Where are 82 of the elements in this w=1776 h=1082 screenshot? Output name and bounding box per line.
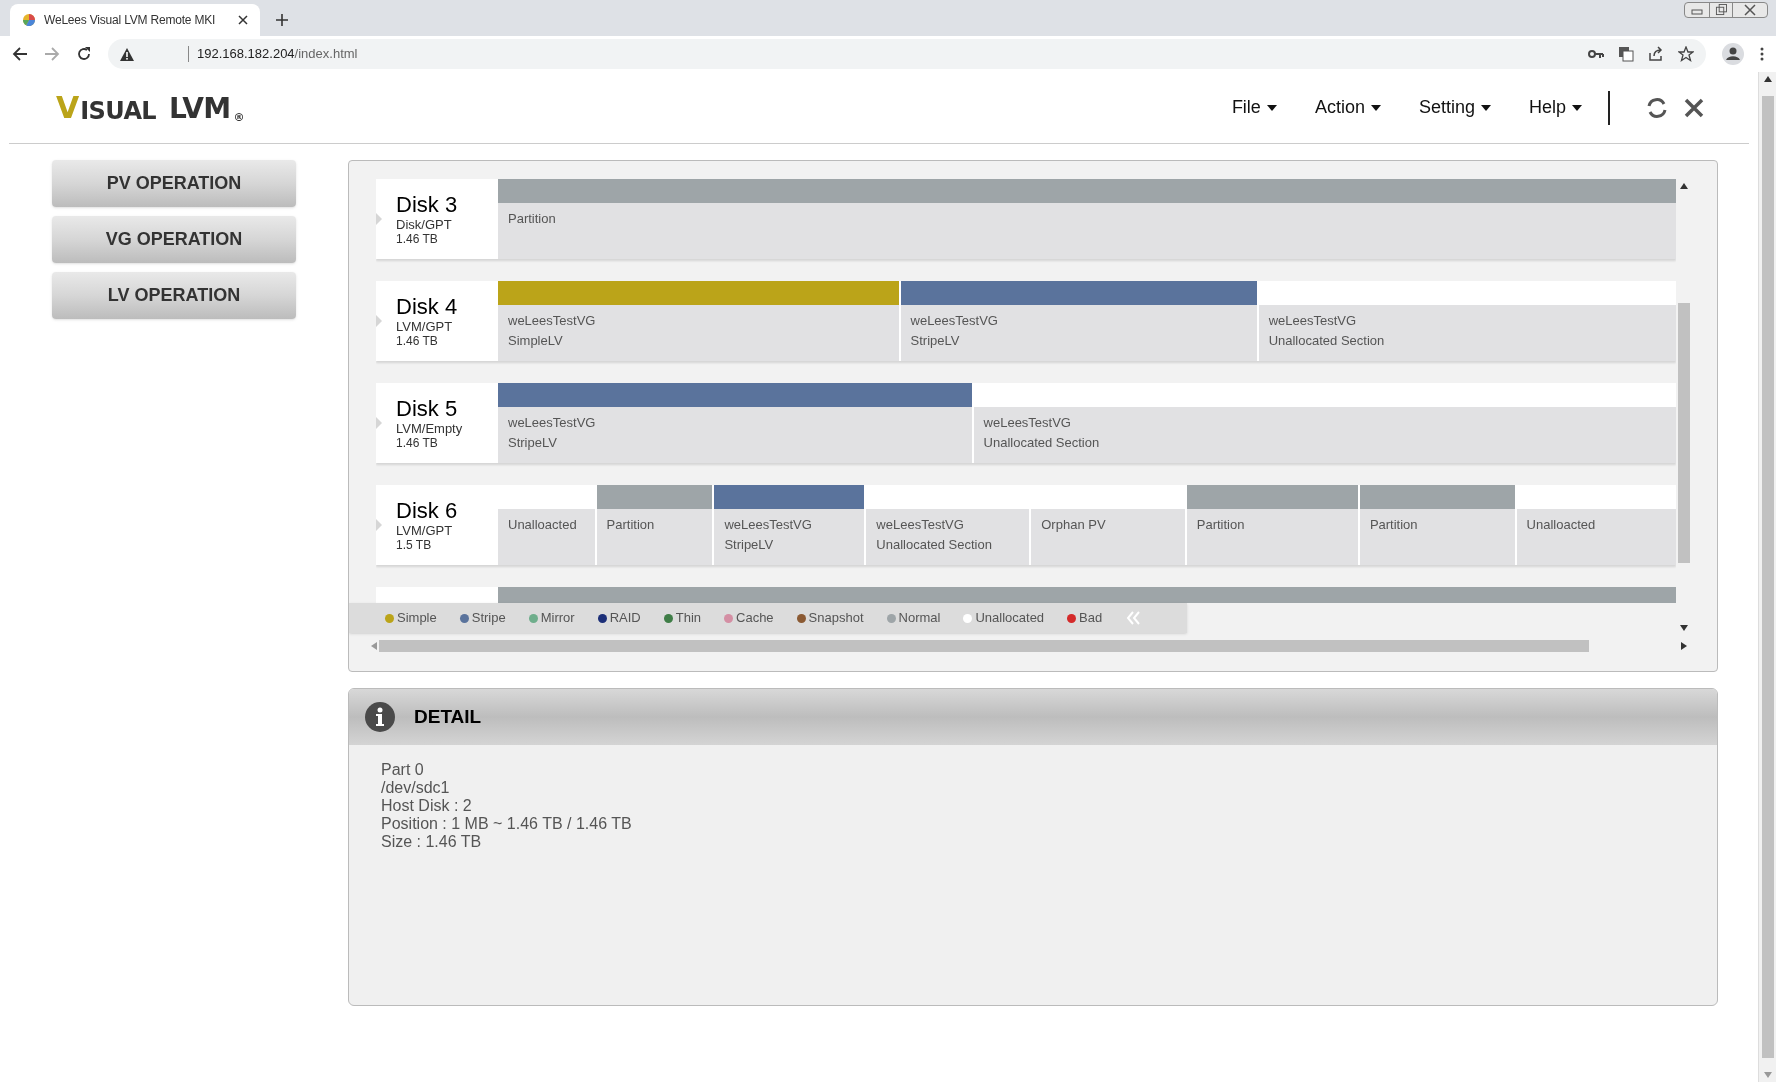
url-text: 192.168.182.204/index.html (197, 45, 358, 64)
segment-label: SimpleLV (508, 332, 564, 350)
detail-title: DETAIL (414, 704, 482, 729)
segment-label: Unallocated Section (1268, 332, 1386, 350)
disk-label[interactable]: Disk 4 LVM/GPT 1.46 TB (376, 281, 498, 361)
browser-tab[interactable]: WeLees Visual LVM Remote MKI (10, 4, 260, 36)
segment-label: Partition (1196, 516, 1246, 534)
detail-line: /dev/sdc1 (381, 779, 451, 797)
segment-label: weLeesTestVG (724, 516, 813, 534)
key-icon[interactable] (1588, 49, 1604, 59)
segment-label: weLeesTestVG (1268, 312, 1358, 330)
scroll-thumb[interactable] (379, 640, 1589, 652)
segment-label: Partition (1369, 516, 1419, 534)
legend-label: Normal (898, 609, 941, 628)
scroll-up-icon[interactable] (1680, 183, 1688, 189)
operation-button[interactable]: LV OPERATION (52, 272, 296, 319)
scroll-thumb[interactable] (1678, 303, 1690, 563)
legend-label: Simple (397, 609, 437, 628)
segment-label: weLeesTestVG (876, 516, 965, 534)
operation-button[interactable]: PV OPERATION (52, 160, 296, 207)
close-icon[interactable] (1684, 97, 1704, 118)
segment-label: StripeLV (910, 332, 961, 350)
app-favicon-icon (22, 13, 36, 27)
menu-icon[interactable] (1760, 47, 1764, 61)
info-icon (364, 701, 396, 733)
refresh-icon[interactable] (1646, 96, 1668, 119)
menu-item[interactable]: Setting (1418, 94, 1491, 121)
segment-label: Partition (606, 516, 656, 534)
reload-icon[interactable] (76, 46, 92, 62)
segment-label: Orphan PV (1041, 516, 1107, 534)
detail-line: Part 0 (381, 761, 425, 779)
scroll-thumb[interactable] (1761, 96, 1774, 1058)
segment-label: Unallocated Section (983, 434, 1101, 452)
back-icon[interactable] (12, 46, 28, 62)
segment-label: weLeesTestVG (508, 414, 597, 432)
segment-label: StripeLV (724, 536, 775, 554)
scroll-right-icon[interactable] (1681, 642, 1687, 650)
caret-icon (1370, 104, 1381, 111)
scroll-left-icon[interactable] (371, 642, 377, 650)
detail-line: Size : 1.46 TB (381, 833, 483, 851)
legend-label: Unallocated (975, 609, 1045, 628)
detail-line: Host Disk : 2 (381, 797, 473, 815)
logo: VISUAL LVM® (56, 92, 245, 123)
disk-label[interactable]: Disk 3 Disk/GPT 1.46 TB (376, 179, 498, 259)
segment-label: weLeesTestVG (983, 414, 1072, 432)
segment-label: Partition (508, 210, 557, 228)
new-tab-icon[interactable] (276, 14, 288, 26)
legend-label: Snapshot (808, 609, 864, 628)
restore-icon[interactable] (1709, 3, 1733, 17)
tab-title: WeLees Visual LVM Remote MKI (44, 12, 216, 29)
detail-line: Position : 1 MB ~ 1.46 TB / 1.46 TB (381, 815, 633, 833)
share-icon[interactable] (1648, 46, 1664, 62)
legend-label: Bad (1079, 609, 1103, 628)
translate-icon[interactable] (1618, 46, 1634, 62)
page-scrollbar[interactable] (1758, 72, 1776, 1082)
segment-label: StripeLV (508, 434, 558, 452)
operation-button[interactable]: VG OPERATION (52, 216, 296, 263)
address-bar[interactable]: 192.168.182.204/index.html (108, 39, 1706, 69)
caret-icon (1266, 104, 1277, 111)
menu-item[interactable]: Action (1314, 94, 1381, 121)
legend-label: Stripe (471, 609, 506, 628)
segment-label: weLeesTestVG (910, 312, 999, 330)
menu-item[interactable]: Help (1528, 94, 1582, 121)
scroll-up-icon[interactable] (1763, 76, 1772, 82)
legend-label: RAID (609, 609, 641, 628)
warning-icon (120, 47, 134, 61)
star-icon[interactable] (1678, 46, 1694, 62)
profile-icon[interactable] (1722, 43, 1744, 65)
legend-label: Cache (736, 609, 774, 628)
disk-label[interactable]: Disk 5 LVM/Empty 1.46 TB (376, 383, 498, 463)
segment-label: weLeesTestVG (508, 312, 597, 330)
legend-label: Thin (675, 609, 701, 628)
legend-label: Mirror (540, 609, 575, 628)
segment-label: Unallocated Section (876, 536, 993, 554)
caret-icon (1572, 104, 1582, 111)
caret-icon (1480, 104, 1491, 111)
segment-label: Unalloacted (1526, 516, 1597, 534)
disk-label[interactable]: Disk 6 LVM/GPT 1.5 TB (376, 485, 498, 565)
menu-item[interactable]: File (1231, 94, 1277, 121)
segment-label: Unalloacted (508, 516, 578, 534)
close-tab-icon[interactable] (238, 15, 248, 25)
scroll-down-icon[interactable] (1680, 625, 1688, 631)
